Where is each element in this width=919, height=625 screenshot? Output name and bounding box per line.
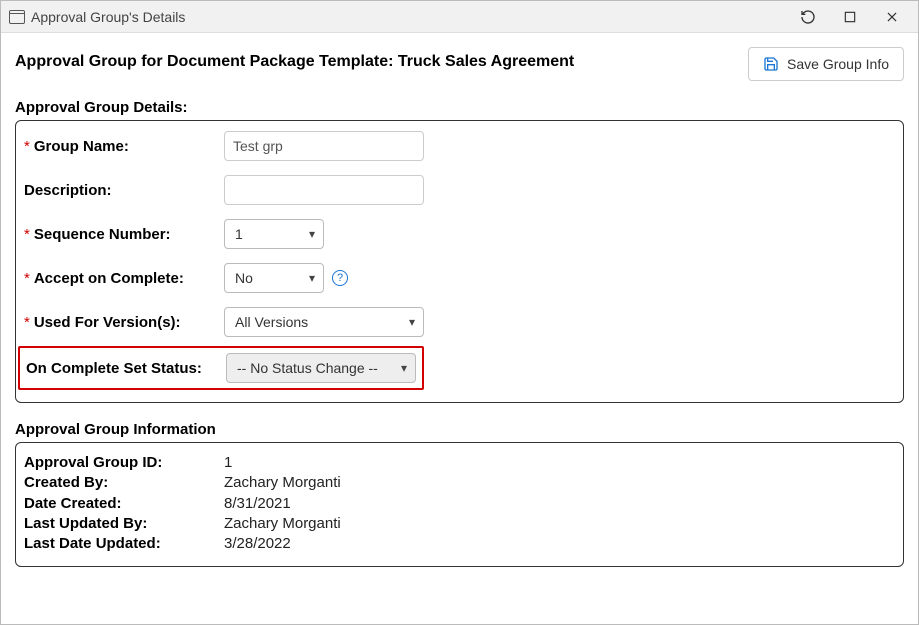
maximize-button[interactable] — [832, 3, 868, 31]
group-name-row: * Group Name: — [24, 131, 895, 161]
info-row-updated-by: Last Updated By: Zachary Morganti — [24, 514, 895, 534]
sequence-row: * Sequence Number: 1 — [24, 219, 895, 249]
info-id-label: Approval Group ID: — [24, 453, 224, 473]
sequence-label: * Sequence Number: — [24, 226, 224, 243]
save-button-label: Save Group Info — [787, 56, 889, 72]
description-input[interactable] — [224, 175, 424, 205]
details-heading: Approval Group Details: — [15, 99, 904, 116]
accept-select[interactable]: No — [224, 263, 324, 293]
maximize-icon — [843, 10, 857, 24]
info-row-date-created: Date Created: 8/31/2021 — [24, 494, 895, 514]
close-icon — [885, 10, 899, 24]
accept-label: * Accept on Complete: — [24, 270, 224, 287]
info-row-updated-date: Last Date Updated: 3/28/2022 — [24, 534, 895, 554]
help-icon[interactable]: ? — [332, 270, 348, 286]
versions-select[interactable]: All Versions — [224, 307, 424, 337]
description-label: Description: — [24, 182, 224, 199]
save-icon — [763, 56, 779, 72]
info-row-created-by: Created By: Zachary Morganti — [24, 473, 895, 493]
accept-row: * Accept on Complete: No ? — [24, 263, 895, 293]
refresh-button[interactable] — [790, 3, 826, 31]
close-button[interactable] — [874, 3, 910, 31]
description-row: Description: — [24, 175, 895, 205]
info-created-by-value: Zachary Morganti — [224, 473, 341, 493]
group-name-label: * Group Name: — [24, 138, 224, 155]
window-titlebar: Approval Group's Details — [1, 1, 918, 33]
required-marker: * — [24, 226, 30, 243]
app-window: Approval Group's Details Approval Group … — [0, 0, 919, 625]
info-updated-date-label: Last Date Updated: — [24, 534, 224, 554]
save-group-info-button[interactable]: Save Group Info — [748, 47, 904, 81]
header-row: Approval Group for Document Package Temp… — [15, 47, 904, 81]
info-updated-by-value: Zachary Morganti — [224, 514, 341, 534]
required-marker: * — [24, 270, 30, 287]
details-panel: * Group Name: Description: * Sequence Nu… — [15, 120, 904, 403]
info-date-created-value: 8/31/2021 — [224, 494, 291, 514]
content-area: Approval Group for Document Package Temp… — [1, 33, 918, 624]
info-date-created-label: Date Created: — [24, 494, 224, 514]
info-created-by-label: Created By: — [24, 473, 224, 493]
refresh-icon — [800, 9, 816, 25]
status-row-highlighted: On Complete Set Status: -- No Status Cha… — [18, 346, 424, 390]
status-label: On Complete Set Status: — [26, 360, 226, 377]
window-title: Approval Group's Details — [31, 9, 185, 25]
versions-row: * Used For Version(s): All Versions — [24, 307, 895, 337]
required-marker: * — [24, 138, 30, 155]
versions-label: * Used For Version(s): — [24, 314, 224, 331]
page-title: Approval Group for Document Package Temp… — [15, 47, 574, 71]
required-marker: * — [24, 314, 30, 331]
status-select[interactable]: -- No Status Change -- — [226, 353, 416, 383]
info-id-value: 1 — [224, 453, 232, 473]
info-updated-by-label: Last Updated By: — [24, 514, 224, 534]
sequence-select[interactable]: 1 — [224, 219, 324, 249]
info-heading: Approval Group Information — [15, 421, 904, 438]
info-panel: Approval Group ID: 1 Created By: Zachary… — [15, 442, 904, 567]
info-updated-date-value: 3/28/2022 — [224, 534, 291, 554]
window-icon — [9, 10, 25, 24]
group-name-input[interactable] — [224, 131, 424, 161]
info-row-id: Approval Group ID: 1 — [24, 453, 895, 473]
